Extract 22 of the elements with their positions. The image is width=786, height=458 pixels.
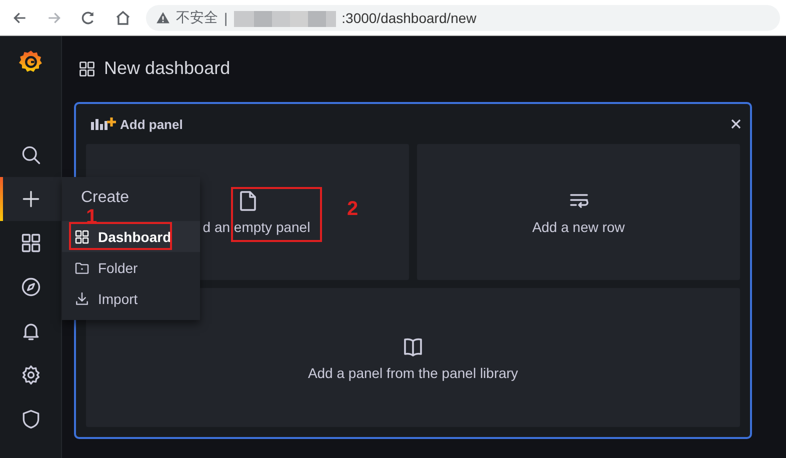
dashboard-icon: [78, 60, 96, 78]
close-icon[interactable]: [730, 118, 742, 130]
url-text: :3000/dashboard/new: [342, 10, 476, 26]
add-panel-icon: [90, 116, 116, 132]
compass-icon: [20, 276, 42, 298]
reload-icon[interactable]: [80, 10, 96, 26]
download-icon: [74, 290, 90, 306]
sidebar-item[interactable]: [0, 177, 61, 221]
step-number: 2: [347, 199, 358, 219]
grid-icon: [20, 232, 42, 254]
grid-icon: [74, 228, 90, 244]
warning-icon: [156, 10, 170, 24]
folder-icon: [74, 260, 90, 276]
panel-option[interactable]: Add a new row: [417, 144, 740, 280]
home-icon[interactable]: [114, 8, 132, 26]
url-separator: |: [224, 10, 228, 26]
search-icon: [20, 144, 42, 166]
settings-icon: [20, 364, 42, 386]
panel-title: Add panel: [120, 116, 184, 132]
address-bar[interactable]: 不安全 | :3000/dashboard/new: [146, 4, 780, 30]
security-warning: 不安全: [176, 8, 218, 26]
page-title: New dashboard: [104, 58, 230, 78]
